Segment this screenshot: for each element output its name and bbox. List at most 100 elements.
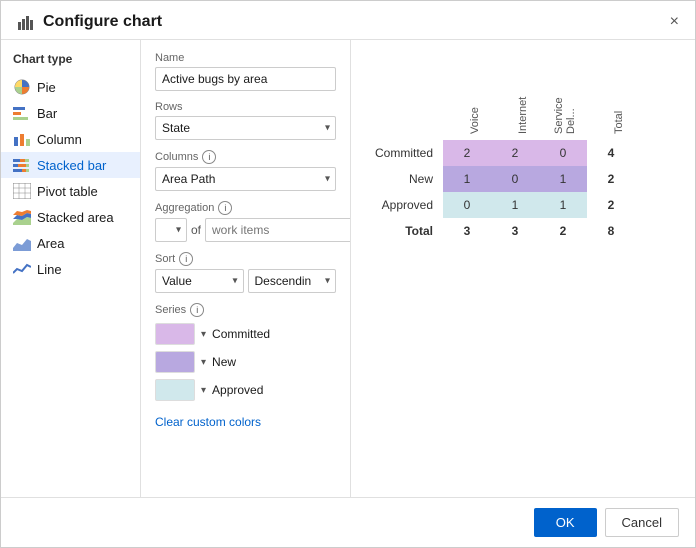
of-label: of <box>191 223 201 237</box>
chart-type-panel: Chart type Pie <box>1 40 141 497</box>
approved-chevron-icon[interactable]: ▾ <box>201 385 206 396</box>
line-label: Line <box>37 262 62 277</box>
pivot-cell: 0 <box>443 192 491 218</box>
stacked-bar-icon <box>13 157 31 173</box>
pivot-row-label-approved: Approved <box>365 192 443 218</box>
dialog-header: Configure chart × <box>1 1 695 40</box>
sort-direction-select-wrapper: Descending ▾ <box>248 269 337 293</box>
pivot-cell: 1 <box>539 166 587 192</box>
pivot-col-total: Total <box>587 70 635 140</box>
pivot-icon <box>13 183 31 199</box>
chart-type-line[interactable]: Line <box>1 256 140 282</box>
pivot-cell-total: 8 <box>587 218 635 244</box>
stacked-area-icon <box>13 209 31 225</box>
approved-series-label: Approved <box>212 383 263 397</box>
table-row: New 1 0 1 2 <box>365 166 635 192</box>
series-item-new: ▾ New <box>155 351 336 373</box>
pivot-cell: 0 <box>539 140 587 166</box>
clear-custom-colors-link[interactable]: Clear custom colors <box>155 415 261 429</box>
chart-type-area[interactable]: Area <box>1 230 140 256</box>
series-item-committed: ▾ Committed <box>155 323 336 345</box>
columns-info-icon[interactable]: i <box>202 150 216 164</box>
pivot-cell: 2 <box>491 140 539 166</box>
series-label: Series <box>155 304 186 316</box>
aggregation-info-icon[interactable]: i <box>218 201 232 215</box>
aggregation-select-wrapper: Count ▾ <box>155 218 187 242</box>
chart-type-pie[interactable]: Pie <box>1 74 140 100</box>
column-label: Column <box>37 132 82 147</box>
chart-type-stacked-area[interactable]: Stacked area <box>1 204 140 230</box>
config-panel: Name Rows State ▾ Columns i Area Path ▾ <box>141 40 351 497</box>
series-section: Series i ▾ Committed ▾ New ▾ Approved <box>155 303 336 429</box>
table-row: Approved 0 1 1 2 <box>365 192 635 218</box>
committed-color-swatch[interactable] <box>155 323 195 345</box>
sort-field-select[interactable]: Value <box>155 269 244 293</box>
name-input[interactable] <box>155 67 336 91</box>
close-button[interactable]: × <box>664 11 685 33</box>
line-icon <box>13 261 31 277</box>
configure-chart-dialog: Configure chart × Chart type Pie <box>0 0 696 548</box>
approved-color-swatch[interactable] <box>155 379 195 401</box>
dialog-body: Chart type Pie <box>1 40 695 497</box>
dialog-footer: OK Cancel <box>1 497 695 547</box>
pivot-cell-total: 4 <box>587 140 635 166</box>
table-row-total: Total 3 3 2 8 <box>365 218 635 244</box>
chart-type-stacked-bar[interactable]: Stacked bar <box>1 152 140 178</box>
columns-label: Columns <box>155 151 198 163</box>
sort-info-icon[interactable]: i <box>179 252 193 266</box>
rows-label: Rows <box>155 101 336 113</box>
new-chevron-icon[interactable]: ▾ <box>201 357 206 368</box>
area-icon <box>13 235 31 251</box>
sort-field-select-wrapper: Value ▾ <box>155 269 244 293</box>
series-info-icon[interactable]: i <box>190 303 204 317</box>
pivot-cell: 2 <box>443 140 491 166</box>
pivot-cell: 1 <box>491 192 539 218</box>
committed-series-label: Committed <box>212 327 270 341</box>
new-color-swatch[interactable] <box>155 351 195 373</box>
cancel-button[interactable]: Cancel <box>605 508 679 537</box>
dialog-title: Configure chart <box>43 13 162 31</box>
series-item-approved: ▾ Approved <box>155 379 336 401</box>
pivot-col-voice: Voice <box>443 70 491 140</box>
pivot-col-service: Service Del... <box>539 70 587 140</box>
pivot-cell: 1 <box>443 166 491 192</box>
pie-label: Pie <box>37 80 56 95</box>
pivot-cell: 1 <box>539 192 587 218</box>
bar-label: Bar <box>37 106 57 121</box>
sort-direction-select[interactable]: Descending <box>248 269 337 293</box>
stacked-area-label: Stacked area <box>37 210 114 225</box>
pivot-cell: 0 <box>491 166 539 192</box>
pivot-cell-total: 2 <box>587 192 635 218</box>
column-icon <box>13 131 31 147</box>
committed-chevron-icon[interactable]: ▾ <box>201 329 206 340</box>
pivot-empty-header <box>365 70 443 140</box>
chart-icon <box>17 13 35 31</box>
pivot-cell-total: 3 <box>443 218 491 244</box>
columns-select-wrapper: Area Path ▾ <box>155 167 336 191</box>
pivot-cell-total: 2 <box>539 218 587 244</box>
aggregation-row: Count ▾ of <box>155 218 336 242</box>
aggregation-select[interactable]: Count <box>155 218 187 242</box>
preview-panel: Voice Internet Service Del... Total Comm… <box>351 40 695 497</box>
rows-select[interactable]: State <box>155 116 336 140</box>
pivot-table: Voice Internet Service Del... Total Comm… <box>365 70 681 244</box>
chart-type-bar[interactable]: Bar <box>1 100 140 126</box>
chart-type-column[interactable]: Column <box>1 126 140 152</box>
pie-icon <box>13 79 31 95</box>
pivot-row-label-total: Total <box>365 218 443 244</box>
rows-select-wrapper: State ▾ <box>155 116 336 140</box>
table-row: Committed 2 2 0 4 <box>365 140 635 166</box>
pivot-label: Pivot table <box>37 184 98 199</box>
chart-type-label: Chart type <box>1 52 140 74</box>
chart-type-pivot[interactable]: Pivot table <box>1 178 140 204</box>
aggregation-label: Aggregation <box>155 202 214 214</box>
work-items-input[interactable] <box>205 218 351 242</box>
sort-row: Value ▾ Descending ▾ <box>155 269 336 293</box>
pivot-col-internet: Internet <box>491 70 539 140</box>
new-series-label: New <box>212 355 236 369</box>
bar-icon <box>13 105 31 121</box>
columns-select[interactable]: Area Path <box>155 167 336 191</box>
pivot-cell-total: 2 <box>587 166 635 192</box>
ok-button[interactable]: OK <box>534 508 597 537</box>
pivot-cell-total: 3 <box>491 218 539 244</box>
